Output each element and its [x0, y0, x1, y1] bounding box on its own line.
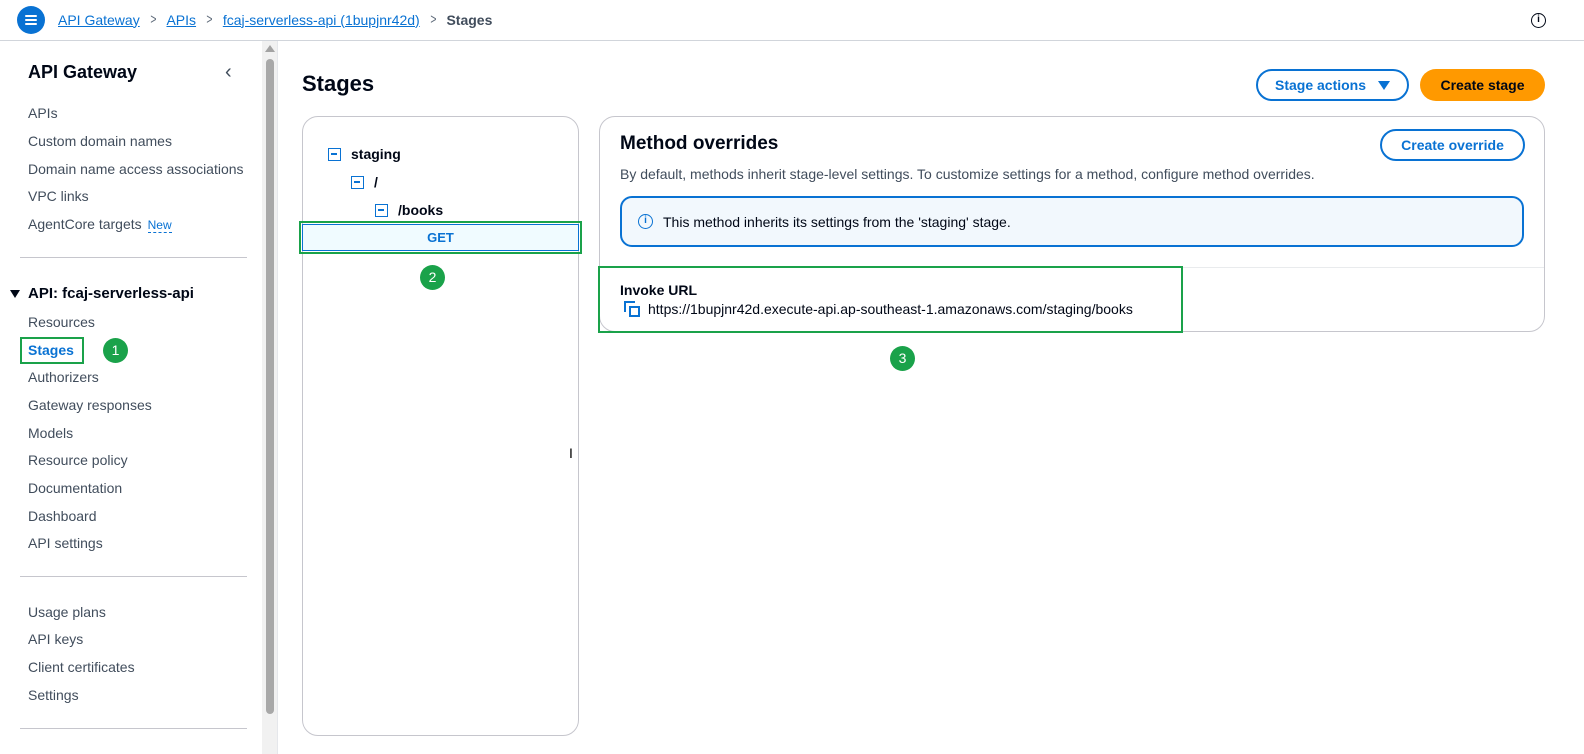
sidebar-item-authorizers[interactable]: Authorizers — [28, 369, 99, 385]
scroll-up-arrow-icon[interactable] — [265, 45, 275, 52]
sidebar-item-custom-domain-names[interactable]: Custom domain names — [28, 133, 172, 149]
highlight-box-invoke-url — [598, 266, 1183, 333]
chevron-right-icon: > — [430, 11, 437, 28]
tree-node-label: /books — [398, 202, 444, 218]
sidebar-item-client-certificates[interactable]: Client certificates — [28, 659, 135, 675]
api-section-label: API: fcaj-serverless-api — [28, 285, 194, 302]
tree-node-root[interactable]: / — [351, 174, 378, 190]
alert-text: This method inherits its settings from t… — [663, 213, 1011, 230]
sidebar-item-agentcore-targets[interactable]: AgentCore targets New — [28, 216, 172, 233]
scrollbar-thumb[interactable] — [266, 59, 274, 714]
sidebar-item-api-keys[interactable]: API keys — [28, 631, 83, 647]
page-title: Stages — [302, 71, 375, 96]
info-icon[interactable]: i — [1531, 13, 1546, 28]
tree-node-staging[interactable]: staging — [328, 146, 401, 162]
create-stage-button[interactable]: Create stage — [1420, 69, 1545, 101]
sidebar-item-vpc-links[interactable]: VPC links — [28, 188, 89, 204]
menu-icon[interactable] — [17, 6, 45, 34]
stage-actions-label: Stage actions — [1274, 77, 1367, 93]
sidebar-item-settings[interactable]: Settings — [28, 687, 79, 703]
tree-node-books[interactable]: /books — [375, 202, 443, 218]
caret-down-icon — [10, 289, 20, 298]
highlight-box-stages — [20, 337, 84, 364]
breadcrumb-apis[interactable]: APIs — [166, 12, 196, 28]
method-overrides-title: Method overrides — [620, 133, 779, 154]
text-cursor-icon: I — [569, 445, 573, 461]
create-override-button[interactable]: Create override — [1380, 129, 1525, 161]
sidebar-item-gateway-responses[interactable]: Gateway responses — [28, 397, 152, 413]
tree-node-label: staging — [351, 146, 401, 162]
chevron-right-icon: > — [150, 11, 157, 28]
sidebar-item-usage-plans[interactable]: Usage plans — [28, 604, 106, 620]
sidebar-item-label: AgentCore targets — [28, 216, 142, 232]
collapse-icon[interactable] — [351, 175, 364, 189]
sidebar-divider — [20, 257, 247, 258]
sidebar: API Gateway ‹ APIs Custom domain names D… — [0, 41, 262, 754]
step-badge-1: 1 — [103, 338, 128, 363]
sidebar-item-documentation[interactable]: Documentation — [28, 480, 122, 496]
sidebar-scrollbar[interactable] — [262, 41, 278, 754]
breadcrumb: API Gateway > APIs > fcaj-serverless-api… — [58, 11, 492, 28]
highlight-box-get — [299, 221, 582, 254]
top-navigation-bar: API Gateway > APIs > fcaj-serverless-api… — [0, 0, 1584, 41]
step-badge-3: 3 — [890, 346, 915, 371]
new-badge: New — [147, 218, 172, 233]
breadcrumb-api[interactable]: fcaj-serverless-api (1bupjnr42d) — [223, 12, 420, 28]
sidebar-item-models[interactable]: Models — [28, 425, 73, 441]
chevron-right-icon: > — [206, 11, 213, 28]
info-icon: i — [638, 214, 653, 229]
sidebar-item-api-settings[interactable]: API settings — [28, 535, 103, 551]
sidebar-item-domain-name-access-associations[interactable]: Domain name access associations — [28, 161, 244, 177]
collapse-icon[interactable] — [328, 147, 341, 161]
sidebar-item-resource-policy[interactable]: Resource policy — [28, 452, 128, 468]
sidebar-item-dashboard[interactable]: Dashboard — [28, 508, 97, 524]
sidebar-divider — [20, 576, 247, 577]
sidebar-item-apis[interactable]: APIs — [28, 105, 58, 121]
breadcrumb-api-gateway[interactable]: API Gateway — [58, 12, 140, 28]
stage-actions-button[interactable]: Stage actions — [1256, 69, 1409, 101]
sidebar-divider — [20, 728, 247, 729]
inherit-info-alert: i This method inherits its settings from… — [620, 196, 1524, 247]
api-section-header[interactable]: API: fcaj-serverless-api — [10, 285, 194, 302]
sidebar-item-resources[interactable]: Resources — [28, 314, 95, 330]
caret-down-icon — [1378, 80, 1391, 90]
sidebar-title: API Gateway — [28, 62, 138, 82]
step-badge-2: 2 — [420, 265, 445, 290]
tree-node-label: / — [374, 174, 378, 190]
collapse-sidebar-icon[interactable]: ‹ — [225, 61, 232, 84]
method-overrides-description: By default, methods inherit stage-level … — [620, 166, 1315, 182]
breadcrumb-current: Stages — [446, 11, 493, 28]
collapse-icon[interactable] — [375, 203, 388, 217]
